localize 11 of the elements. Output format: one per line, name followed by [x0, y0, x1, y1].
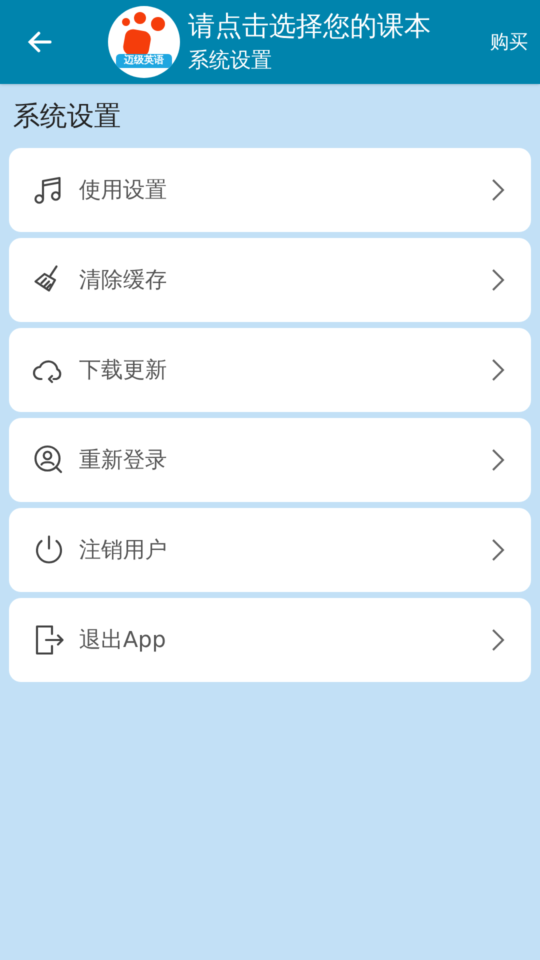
- settings-item[interactable]: 注销用户: [9, 508, 531, 592]
- header-title: 请点击选择您的课本: [188, 10, 432, 44]
- buy-button[interactable]: 购买: [478, 0, 540, 84]
- settings-item[interactable]: 下载更新: [9, 328, 531, 412]
- settings-item[interactable]: 重新登录: [9, 418, 531, 502]
- settings-item[interactable]: 使用设置: [9, 148, 531, 232]
- section-title: 系统设置: [12, 100, 122, 134]
- settings-item[interactable]: 退出App: [9, 598, 531, 682]
- logo-text: 迈级英语: [116, 54, 172, 68]
- header-subtitle: 系统设置: [188, 47, 273, 74]
- settings-item[interactable]: 清除缓存: [9, 238, 531, 322]
